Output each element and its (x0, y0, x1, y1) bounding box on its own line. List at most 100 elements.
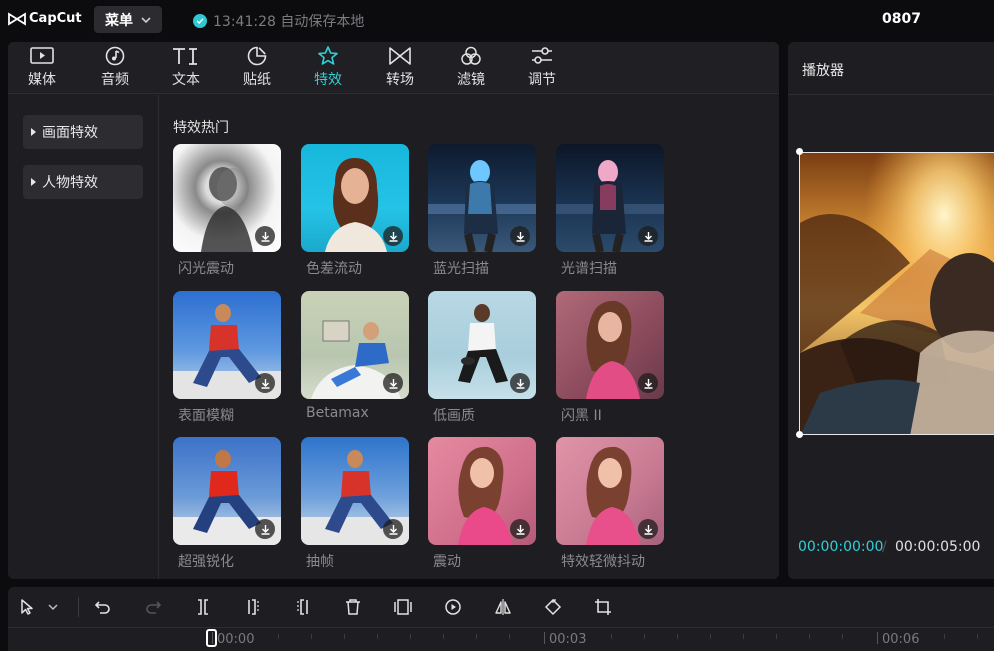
tick-mark (944, 634, 945, 639)
effect-card[interactable]: 震动 (428, 437, 536, 570)
download-icon[interactable] (638, 226, 658, 246)
effect-label: 震动 (433, 554, 461, 570)
effect-thumbnail[interactable] (173, 291, 281, 399)
chevron-down-icon (48, 604, 58, 610)
effect-thumbnail[interactable] (428, 291, 536, 399)
play-circle-icon (445, 599, 461, 615)
capcut-logo: CapCut (8, 11, 82, 26)
tab-label: 转场 (386, 72, 414, 88)
effect-card[interactable]: 特效轻微抖动 (556, 437, 664, 570)
tick-mark (677, 634, 678, 639)
video-preview[interactable] (799, 152, 994, 435)
effect-card[interactable]: 闪光震动 (173, 144, 281, 277)
select-tool-button[interactable] (16, 596, 38, 618)
media-tab-bar: 媒体 音频 文本 贴纸 特效 转场 滤镜 调节 (8, 42, 779, 94)
download-icon[interactable] (510, 519, 530, 539)
trim-left-button[interactable] (242, 596, 264, 618)
effect-thumbnail[interactable] (173, 144, 281, 252)
effect-thumbnail[interactable] (173, 437, 281, 545)
download-icon[interactable] (510, 373, 530, 393)
tab-audio[interactable]: 音频 (85, 46, 145, 92)
freeze-frame-button[interactable] (392, 596, 414, 618)
download-icon[interactable] (255, 373, 275, 393)
rotate-icon (544, 598, 562, 616)
effect-thumbnail[interactable] (428, 144, 536, 252)
undo-icon (94, 601, 110, 614)
undo-button[interactable] (92, 596, 114, 618)
download-icon[interactable] (255, 226, 275, 246)
mirror-button[interactable] (492, 596, 514, 618)
filter-icon (461, 46, 481, 65)
timeline-ruler[interactable]: 00:00 00:03 00:06 (8, 627, 994, 651)
effect-thumbnail[interactable] (301, 144, 409, 252)
trash-icon (346, 599, 360, 615)
tab-transition[interactable]: 转场 (370, 46, 430, 92)
tick-label: 00:06 (882, 632, 920, 647)
effect-card[interactable]: Betamax (301, 291, 409, 421)
download-icon[interactable] (383, 226, 403, 246)
toolbar-divider (78, 597, 79, 617)
tick-mark (710, 634, 711, 639)
effect-card[interactable]: 超强锐化 (173, 437, 281, 570)
tab-filter[interactable]: 滤镜 (441, 46, 501, 92)
project-name[interactable]: 0807 (882, 11, 921, 27)
effect-card[interactable]: 抽帧 (301, 437, 409, 570)
effect-label: 特效轻微抖动 (561, 554, 645, 570)
media-icon (30, 47, 54, 64)
sidebar-item-person-effects[interactable]: 人物特效 (23, 165, 143, 199)
split-icon (198, 599, 208, 615)
redo-button[interactable] (142, 596, 164, 618)
crop-icon (595, 599, 611, 615)
effect-thumbnail[interactable] (301, 291, 409, 399)
delete-button[interactable] (342, 596, 364, 618)
crop-handle-top-left[interactable] (796, 148, 803, 155)
tick-label: 00:03 (549, 632, 587, 647)
split-button[interactable] (192, 596, 214, 618)
effect-card[interactable]: 低画质 (428, 291, 536, 424)
effect-label: 表面模糊 (178, 408, 234, 424)
effect-thumbnail[interactable] (556, 144, 664, 252)
playhead[interactable] (206, 629, 217, 647)
menu-button[interactable]: 菜单 (94, 6, 162, 33)
tab-media[interactable]: 媒体 (12, 46, 72, 92)
tab-label: 贴纸 (243, 72, 271, 88)
effect-card[interactable]: 光谱扫描 (556, 144, 664, 277)
trim-right-button[interactable] (292, 596, 314, 618)
download-icon[interactable] (383, 373, 403, 393)
effect-thumbnail[interactable] (556, 437, 664, 545)
tick-mark (344, 634, 345, 639)
tick-mark (842, 634, 843, 639)
sidebar-item-scene-effects[interactable]: 画面特效 (23, 115, 143, 149)
effect-label: 色差流动 (306, 261, 362, 277)
player-panel: 播放器 00:00:00:00 / 00:00:05:00 (788, 42, 994, 579)
tab-effects[interactable]: 特效 (298, 46, 358, 92)
effect-card[interactable]: 蓝光扫描 (428, 144, 536, 277)
effect-thumbnail[interactable] (556, 291, 664, 399)
effect-card[interactable]: 表面模糊 (173, 291, 281, 424)
section-title: 特效热门 (173, 120, 229, 136)
preview-frame-image (800, 153, 994, 434)
effects-panel: 媒体 音频 文本 贴纸 特效 转场 滤镜 调节 画面特效 人物特效 特效热门 闪… (8, 42, 779, 579)
download-icon[interactable] (510, 226, 530, 246)
text-icon (173, 48, 197, 65)
tab-adjust[interactable]: 调节 (512, 46, 572, 92)
playback-button[interactable] (442, 596, 464, 618)
download-icon[interactable] (255, 519, 275, 539)
trim-left-icon (248, 599, 259, 615)
rotate-button[interactable] (542, 596, 564, 618)
effect-thumbnail[interactable] (428, 437, 536, 545)
select-tool-dropdown[interactable] (46, 596, 60, 618)
cursor-arrow-icon (21, 599, 33, 615)
download-icon[interactable] (383, 519, 403, 539)
effect-card[interactable]: 色差流动 (301, 144, 409, 277)
tab-sticker[interactable]: 贴纸 (227, 46, 287, 92)
effects-category-sidebar: 画面特效 人物特效 (8, 95, 159, 579)
effect-card[interactable]: 闪黑 II (556, 291, 664, 424)
tab-label: 调节 (528, 72, 556, 88)
download-icon[interactable] (638, 373, 658, 393)
tab-text[interactable]: 文本 (156, 46, 216, 92)
download-icon[interactable] (638, 519, 658, 539)
effect-thumbnail[interactable] (301, 437, 409, 545)
crop-button[interactable] (592, 596, 614, 618)
crop-handle-bottom-left[interactable] (796, 431, 803, 438)
